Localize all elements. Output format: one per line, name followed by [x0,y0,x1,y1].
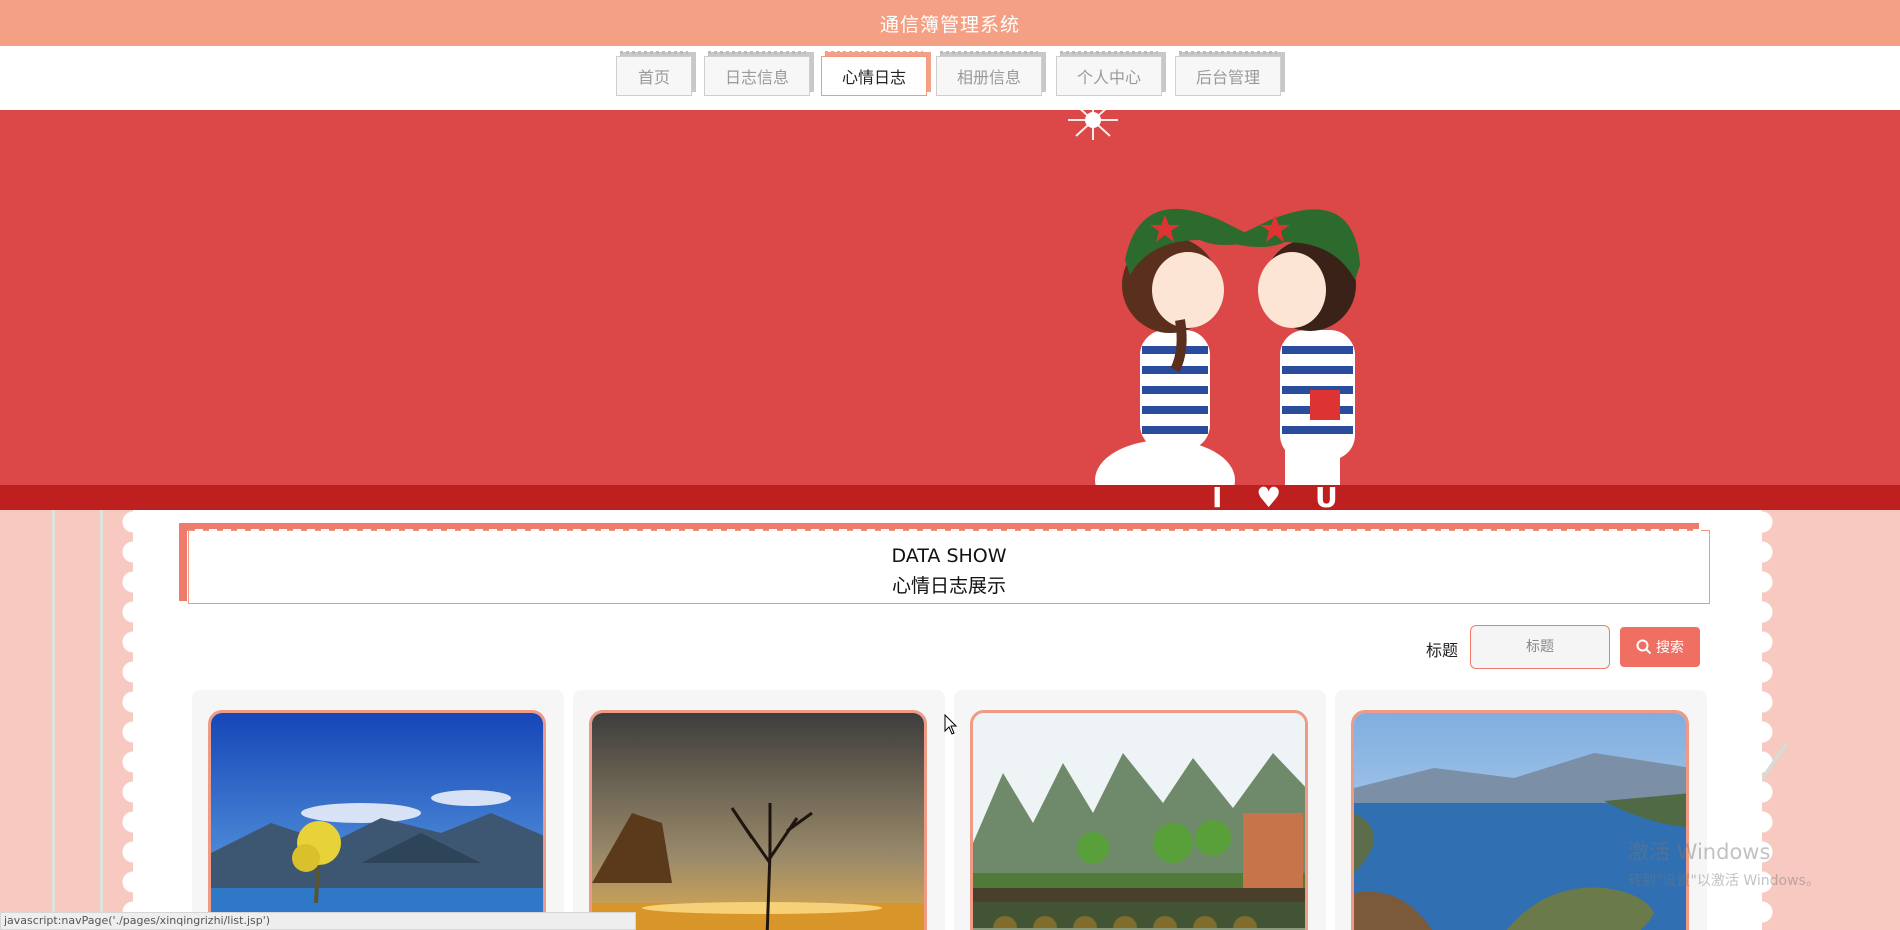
title-search-input[interactable] [1470,625,1610,669]
search-icon [1636,639,1652,655]
left-decoration [0,510,133,930]
kissing-couple-illustration [1095,208,1360,510]
top-bar: 通信簿管理系统 [0,0,1900,46]
section-title-en: DATA SHOW [891,545,1007,567]
card-image-mountains-bridge[interactable] [970,710,1308,930]
card-image-sunset-tree[interactable] [589,710,927,930]
app-title: 通信簿管理系统 [879,13,1020,36]
search-label: 标题 [1426,641,1459,660]
banner-love-text: I ♥ U [1212,481,1350,510]
watermark-line1: 激活 Windows [1628,840,1771,864]
windows-activation-watermark: 激活 Windows 转到"设置"以激活 Windows。 [1628,836,1820,890]
mood-log-card[interactable] [1335,690,1707,930]
nav-item-album-info[interactable]: 相册信息 [936,51,1042,96]
mood-log-card[interactable] [573,690,945,930]
mood-log-card[interactable] [954,690,1326,930]
mouse-cursor-icon [944,714,958,735]
nav-item-mood-log[interactable]: 心情日志 [821,51,927,96]
section-title-zh: 心情日志展示 [891,575,1006,597]
mood-log-card[interactable] [192,690,564,930]
browser-status-bar: javascript:navPage('./pages/xinqingrizhi… [0,912,636,930]
nav-item-log-info[interactable]: 日志信息 [704,51,810,96]
card-image-lake-tree[interactable] [208,710,546,930]
search-button-label: 搜索 [1656,640,1684,656]
hero-banner: I ♥ U [0,110,1900,510]
card-image-lake-island[interactable] [1351,710,1689,930]
section-header: DATA SHOW 心情日志展示 [179,523,1710,604]
nav-item-admin[interactable]: 后台管理 [1175,51,1281,96]
watermark-line2: 转到"设置"以激活 Windows。 [1628,873,1820,889]
main-nav: 首页 日志信息 心情日志 相册信息 个人中心 后台管理 [0,46,1900,110]
sparkle-icon [1068,110,1118,140]
search-button[interactable]: 搜索 [1620,627,1700,667]
nav-item-personal-center[interactable]: 个人中心 [1056,51,1162,96]
banner-stripe [0,485,1900,510]
nav-item-home[interactable]: 首页 [616,51,692,96]
